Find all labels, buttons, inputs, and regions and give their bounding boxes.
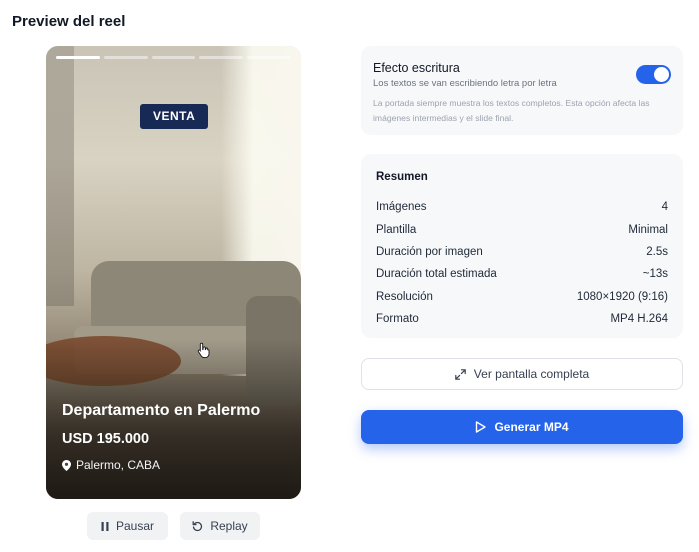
hand-cursor-icon (197, 342, 211, 358)
summary-value: Minimal (628, 223, 668, 236)
summary-row: Duración total estimada ~13s (376, 263, 668, 285)
expand-icon (454, 368, 466, 380)
typing-effect-note: La portada siempre muestra los textos co… (373, 98, 650, 123)
summary-label: Duración total estimada (376, 268, 497, 281)
summary-value: MP4 H.264 (610, 313, 668, 326)
summary-row: Plantilla Minimal (376, 218, 668, 240)
generate-mp4-label: Generar MP4 (494, 420, 569, 434)
summary-row: Resolución 1080×1920 (9:16) (376, 286, 668, 308)
pause-button[interactable]: Pausar (87, 512, 168, 540)
summary-rows: Imágenes 4 Plantilla Minimal Duración po… (376, 196, 668, 330)
replay-button[interactable]: Replay (180, 512, 260, 540)
progress-segment (199, 56, 244, 59)
summary-title: Resumen (376, 171, 428, 183)
progress-segment (151, 56, 196, 59)
reel-progress-bar (56, 56, 291, 59)
typing-effect-subtitle: Los textos se van escribiendo letra por … (373, 78, 557, 89)
summary-card: Resumen Imágenes 4 Plantilla Minimal Dur… (361, 154, 683, 338)
fullscreen-button[interactable]: Ver pantalla completa (361, 358, 683, 390)
summary-label: Formato (376, 313, 419, 326)
typing-effect-title: Efecto escritura (373, 61, 460, 75)
summary-value: 4 (661, 201, 668, 214)
summary-row: Formato MP4 H.264 (376, 308, 668, 330)
pin-icon (62, 459, 71, 471)
progress-segment (56, 56, 100, 59)
pause-icon (101, 521, 109, 531)
listing-location: Palermo, CABA (62, 458, 160, 472)
operation-badge: VENTA (140, 104, 209, 129)
summary-label: Duración por imagen (376, 245, 483, 258)
summary-row: Imágenes 4 (376, 196, 668, 218)
play-icon (475, 421, 487, 433)
toggle-knob (654, 67, 669, 82)
summary-value: 2.5s (646, 245, 668, 258)
replay-icon (192, 520, 203, 532)
reel-photo-wall (46, 46, 74, 306)
progress-segment (247, 56, 291, 59)
listing-title: Departamento en Palermo (62, 402, 261, 419)
replay-label: Replay (210, 519, 248, 533)
listing-location-label: Palermo, CABA (76, 458, 161, 472)
summary-label: Plantilla (376, 223, 417, 236)
progress-segment (103, 56, 148, 59)
summary-label: Resolución (376, 290, 433, 303)
typing-effect-card: Efecto escritura Los textos se van escri… (361, 46, 683, 135)
typing-effect-toggle[interactable] (636, 65, 671, 84)
page-title: Preview del reel (12, 13, 126, 30)
summary-value: ~13s (642, 268, 668, 281)
pause-label: Pausar (115, 519, 155, 533)
reel-preview[interactable]: VENTA Departamento en Palermo USD 195.00… (46, 46, 301, 499)
summary-row: Duración por imagen 2.5s (376, 241, 668, 263)
listing-price: USD 195.000 (62, 431, 150, 447)
summary-label: Imágenes (376, 201, 427, 214)
generate-mp4-button[interactable]: Generar MP4 (361, 410, 683, 444)
summary-value: 1080×1920 (9:16) (576, 290, 668, 303)
fullscreen-label: Ver pantalla completa (473, 367, 590, 381)
